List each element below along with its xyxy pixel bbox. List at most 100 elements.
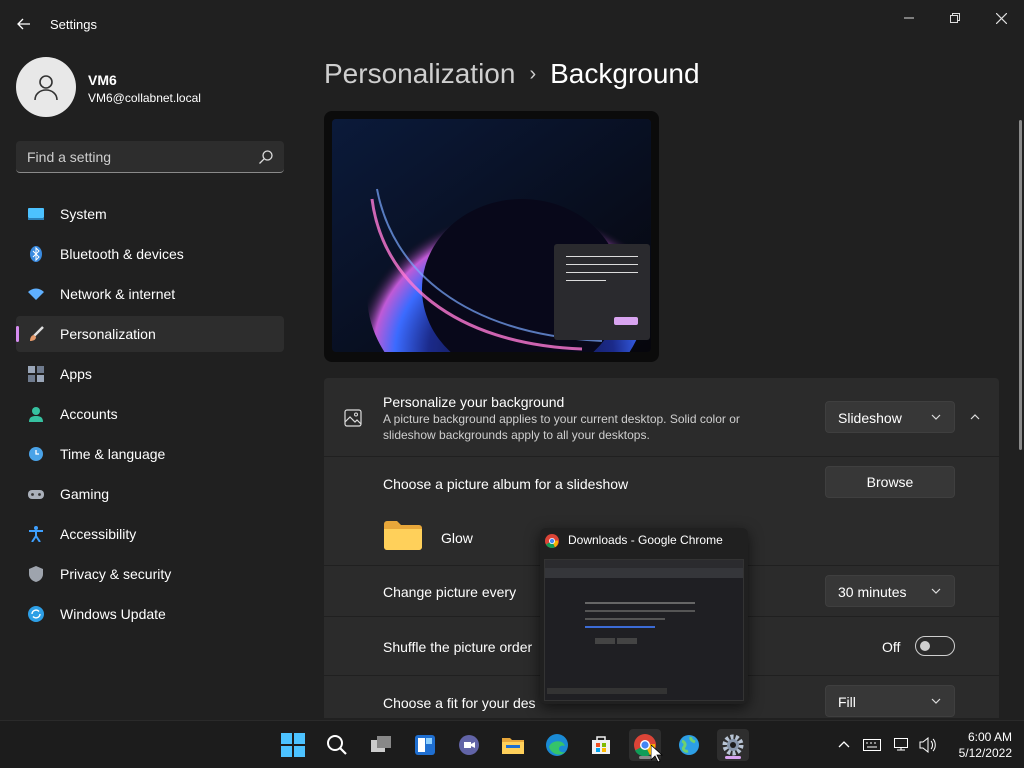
personalize-background-description: A picture background applies to your cur… bbox=[383, 412, 740, 442]
sidebar-item-windows-update[interactable]: Windows Update bbox=[16, 596, 284, 632]
sidebar-item-time-language[interactable]: Time & language bbox=[16, 436, 284, 472]
fit-title: Choose a fit for your des bbox=[383, 695, 536, 711]
breadcrumb-parent[interactable]: Personalization bbox=[324, 58, 515, 89]
file-explorer-icon bbox=[502, 738, 524, 754]
interval-dropdown[interactable]: 30 minutes bbox=[825, 575, 955, 607]
network-app-button[interactable] bbox=[673, 729, 705, 761]
page-title: Background bbox=[550, 58, 700, 89]
fit-dropdown[interactable]: Fill bbox=[825, 685, 955, 717]
edge-button[interactable] bbox=[541, 729, 573, 761]
sidebar-item-gaming[interactable]: Gaming bbox=[16, 476, 284, 512]
wifi-icon bbox=[28, 288, 44, 300]
time-language-icon bbox=[29, 447, 43, 461]
network-globe-icon bbox=[679, 735, 699, 755]
dropdown-value: 30 minutes bbox=[838, 584, 907, 600]
update-icon bbox=[28, 606, 44, 622]
sidebar-item-label: Accessibility bbox=[60, 526, 137, 542]
mouse-cursor-icon bbox=[651, 745, 663, 763]
desktop-preview bbox=[324, 111, 659, 362]
gaming-icon bbox=[28, 490, 44, 499]
chrome-icon bbox=[545, 534, 559, 548]
thumbnail-title: Downloads - Google Chrome bbox=[568, 533, 723, 547]
store-button[interactable] bbox=[585, 729, 617, 761]
sidebar-item-label: Network & internet bbox=[60, 286, 176, 302]
store-icon bbox=[592, 736, 610, 754]
personalize-background-title: Personalize your background bbox=[383, 394, 565, 410]
chat-button[interactable] bbox=[453, 729, 485, 761]
chevron-up-icon bbox=[970, 414, 980, 420]
album-title: Choose a picture album for a slideshow bbox=[383, 476, 629, 492]
bluetooth-icon bbox=[30, 246, 42, 262]
start-button[interactable] bbox=[277, 729, 309, 761]
task-view-button[interactable] bbox=[365, 729, 397, 761]
sidebar-item-label: Personalization bbox=[60, 326, 156, 342]
back-arrow-icon[interactable] bbox=[12, 12, 36, 36]
network-status-button[interactable] bbox=[893, 735, 913, 755]
browse-button[interactable]: Browse bbox=[825, 466, 955, 498]
shuffle-toggle[interactable] bbox=[915, 636, 955, 656]
shield-icon bbox=[29, 566, 43, 582]
clock-time: 6:00 AM bbox=[967, 730, 1012, 744]
thumbnail-preview bbox=[544, 559, 744, 701]
chevron-up-icon bbox=[838, 741, 850, 748]
accessibility-icon bbox=[29, 526, 43, 542]
scrollbar[interactable] bbox=[1019, 120, 1022, 450]
apps-icon bbox=[28, 366, 44, 382]
show-hidden-icons-button[interactable] bbox=[834, 735, 854, 755]
album-folder-name: Glow bbox=[441, 530, 473, 546]
file-explorer-button[interactable] bbox=[497, 729, 529, 761]
taskbar-clock[interactable]: 6:00 AM 5/12/2022 bbox=[959, 729, 1012, 761]
keyboard-button[interactable] bbox=[862, 735, 882, 755]
chevron-down-icon bbox=[931, 588, 941, 594]
sidebar-item-accounts[interactable]: Accounts bbox=[16, 396, 284, 432]
background-type-dropdown[interactable]: Slideshow bbox=[825, 401, 955, 433]
sidebar-item-apps[interactable]: Apps bbox=[16, 356, 284, 392]
sidebar-item-accessibility[interactable]: Accessibility bbox=[16, 516, 284, 552]
task-view-icon bbox=[371, 736, 391, 752]
sidebar-nav: System Bluetooth & devices Network & int… bbox=[16, 196, 284, 636]
user-name: VM6 bbox=[88, 72, 117, 88]
taskbar: 6:00 AM 5/12/2022 bbox=[0, 720, 1024, 768]
shuffle-title: Shuffle the picture order bbox=[383, 639, 533, 655]
sidebar-item-system[interactable]: System bbox=[16, 196, 284, 232]
person-icon bbox=[34, 75, 58, 101]
running-indicator bbox=[639, 756, 651, 759]
settings-icon bbox=[722, 734, 744, 756]
system-icon bbox=[28, 208, 44, 220]
active-indicator bbox=[725, 756, 741, 759]
sidebar-item-label: System bbox=[60, 206, 107, 222]
personalize-background-card: Personalize your background A picture ba… bbox=[324, 378, 999, 456]
avatar[interactable] bbox=[16, 57, 76, 117]
dropdown-value: Slideshow bbox=[838, 410, 902, 426]
dropdown-value: Fill bbox=[838, 694, 856, 710]
sidebar-item-label: Accounts bbox=[60, 406, 118, 422]
search-input[interactable]: Find a setting bbox=[16, 141, 284, 173]
edge-icon bbox=[546, 734, 568, 756]
settings-taskbar-button[interactable] bbox=[717, 729, 749, 761]
widgets-button[interactable] bbox=[409, 729, 441, 761]
shuffle-state-label: Off bbox=[882, 639, 901, 655]
maximize-button[interactable] bbox=[935, 6, 975, 30]
chevron-down-icon bbox=[931, 698, 941, 704]
network-icon bbox=[894, 738, 908, 751]
taskbar-search-button[interactable] bbox=[321, 729, 353, 761]
volume-button[interactable] bbox=[918, 735, 938, 755]
minimize-button[interactable] bbox=[889, 6, 929, 30]
sidebar-item-network[interactable]: Network & internet bbox=[16, 276, 284, 312]
chevron-down-icon bbox=[931, 414, 941, 420]
chrome-window-thumbnail[interactable]: Downloads - Google Chrome bbox=[540, 528, 748, 704]
volume-icon bbox=[919, 737, 936, 753]
breadcrumb-separator: › bbox=[529, 63, 537, 85]
close-button[interactable] bbox=[981, 6, 1021, 30]
sidebar-item-label: Windows Update bbox=[60, 606, 166, 622]
sidebar-item-privacy[interactable]: Privacy & security bbox=[16, 556, 284, 592]
folder-icon bbox=[384, 521, 422, 550]
brush-icon bbox=[30, 326, 44, 341]
wallpaper-preview bbox=[332, 119, 651, 352]
sidebar-item-personalization[interactable]: Personalization bbox=[16, 316, 284, 352]
start-icon bbox=[281, 733, 305, 757]
sidebar-item-label: Bluetooth & devices bbox=[60, 246, 184, 262]
collapse-button[interactable] bbox=[962, 408, 988, 426]
clock-date: 5/12/2022 bbox=[958, 746, 1012, 760]
sidebar-item-bluetooth[interactable]: Bluetooth & devices bbox=[16, 236, 284, 272]
